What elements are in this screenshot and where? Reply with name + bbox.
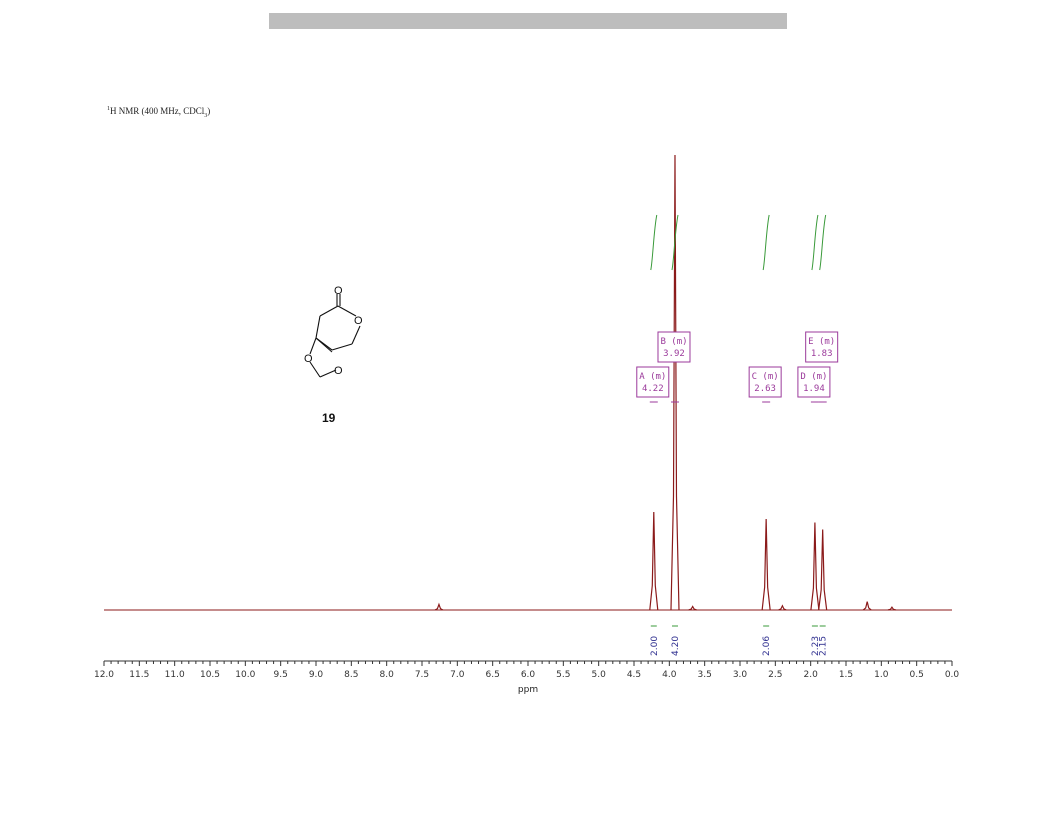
multiplet-shift: 4.22	[642, 384, 664, 394]
x-tick-label: 6.0	[521, 670, 536, 680]
integral-value: 2.00	[650, 636, 660, 656]
spectrum-peak	[761, 518, 771, 611]
spectrum-peak	[818, 529, 828, 611]
x-tick-label: 8.5	[344, 670, 358, 680]
spectrum-peak	[778, 604, 787, 611]
multiplet-label: D (m)	[800, 372, 827, 382]
x-tick-label: 4.0	[662, 670, 677, 680]
x-tick-label: 9.0	[309, 670, 324, 680]
spectrum-peak	[810, 522, 820, 611]
x-tick-label: 5.0	[592, 670, 607, 680]
integral-value: 2.15	[819, 636, 829, 656]
integral-curve	[650, 214, 658, 271]
multiplet-shift: 3.92	[663, 349, 685, 359]
x-tick-label: 9.5	[274, 670, 288, 680]
spectrum-peak	[862, 601, 872, 611]
x-tick-label: 2.0	[804, 670, 819, 680]
integral-curve	[762, 214, 770, 271]
x-tick-label: 0.5	[910, 670, 924, 680]
x-tick-label: 8.0	[380, 670, 395, 680]
integral-curve	[819, 214, 827, 271]
integral-curve	[811, 214, 819, 271]
multiplet-shift: 1.94	[803, 384, 825, 394]
multiplet-shift: 1.83	[811, 349, 833, 359]
integral-value: 2.06	[762, 636, 772, 656]
multiplet-label: E (m)	[808, 337, 835, 347]
integral-value: 4.20	[671, 636, 681, 656]
x-tick-label: 11.5	[129, 670, 149, 680]
x-tick-label: 1.0	[874, 670, 889, 680]
multiplet-label: C (m)	[752, 372, 779, 382]
x-tick-label: 3.5	[698, 670, 712, 680]
x-axis-label: ppm	[518, 685, 538, 695]
x-tick-label: 5.5	[556, 670, 570, 680]
x-tick-label: 10.5	[200, 670, 220, 680]
spectrum-peak	[670, 154, 680, 611]
x-tick-label: 7.0	[450, 670, 465, 680]
spectrum-peak	[688, 605, 697, 611]
x-tick-label: 2.5	[768, 670, 782, 680]
x-tick-label: 11.0	[165, 670, 185, 680]
x-tick-label: 12.0	[94, 670, 114, 680]
nmr-spectrum: A (m) 4.22 B (m) 3.92 C (m) 2.63 D (m) 1.94 E (m…	[94, 154, 960, 695]
spectrum-peak	[649, 511, 659, 611]
multiplet-shift: 2.63	[754, 384, 776, 394]
x-tick-label: 10.0	[235, 670, 255, 680]
multiplet-label: B (m)	[660, 337, 687, 347]
spectrum-peak	[434, 602, 444, 611]
multiplet-label: A (m)	[639, 372, 666, 382]
x-tick-label: 1.5	[839, 670, 853, 680]
x-tick-label: 7.5	[415, 670, 429, 680]
x-tick-label: 6.5	[486, 670, 500, 680]
x-tick-label: 4.5	[627, 670, 641, 680]
x-tick-label: 3.0	[733, 670, 748, 680]
x-tick-label: 0.0	[945, 670, 960, 680]
